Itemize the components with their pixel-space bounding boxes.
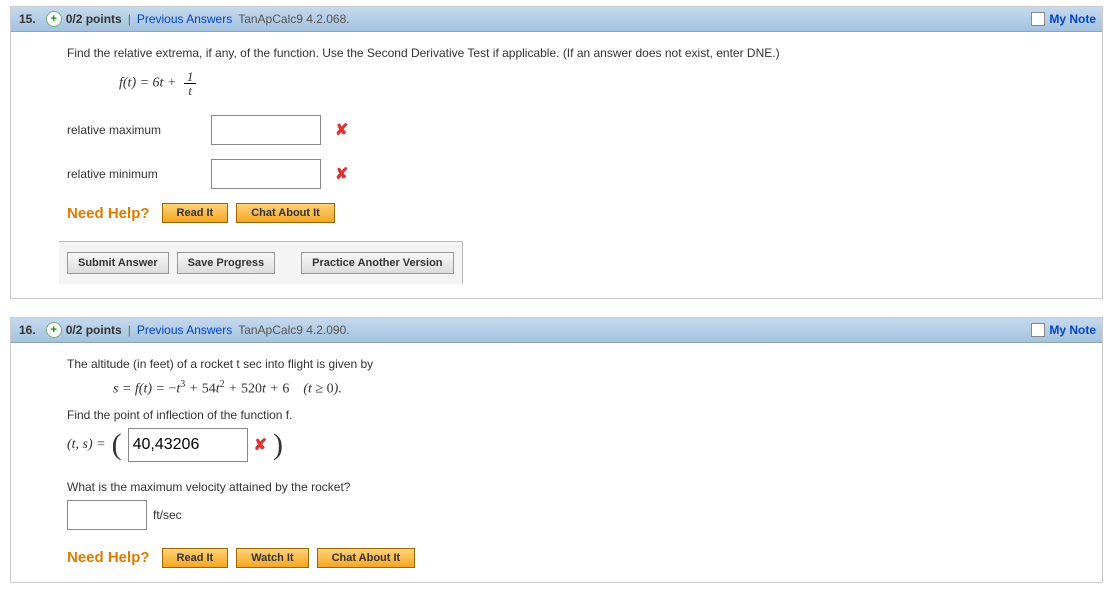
previous-answers-link[interactable]: Previous Answers: [137, 12, 232, 26]
question-number: 16.: [19, 323, 36, 337]
question-header: 15. + 0/2 points | Previous Answers TanA…: [11, 7, 1102, 32]
chat-about-it-button[interactable]: Chat About It: [317, 548, 416, 568]
need-help-label: Need Help?: [67, 549, 150, 566]
right-paren-icon: ): [273, 430, 283, 460]
question-number: 15.: [19, 12, 36, 26]
question-body: The altitude (in feet) of a rocket t sec…: [11, 343, 1102, 582]
fraction: 1 t: [184, 70, 197, 97]
inflection-input[interactable]: [128, 428, 248, 462]
plus-icon[interactable]: +: [46, 322, 62, 338]
formula-lhs: f(t) = 6t +: [119, 76, 180, 91]
fraction-numerator: 1: [184, 70, 197, 84]
watch-it-button[interactable]: Watch It: [236, 548, 308, 568]
wrong-icon: ✘: [335, 120, 348, 140]
source-label: TanApCalc9 4.2.068.: [238, 12, 349, 26]
inflection-answer-row: (t, s) = ( ✘ ): [67, 428, 1066, 462]
question-15: 15. + 0/2 points | Previous Answers TanA…: [10, 6, 1103, 299]
question-16: 16. + 0/2 points | Previous Answers TanA…: [10, 317, 1103, 583]
unit-label: ft/sec: [153, 508, 182, 522]
notes-icon: [1031, 12, 1045, 26]
source-label: TanApCalc9 4.2.090.: [238, 323, 349, 337]
need-help-label: Need Help?: [67, 205, 150, 222]
ts-label: (t, s) =: [67, 437, 106, 453]
read-it-button[interactable]: Read It: [162, 203, 229, 223]
need-help-row: Need Help? Read It Chat About It: [67, 203, 1066, 223]
my-notes-link[interactable]: My Note: [1031, 12, 1096, 26]
practice-another-button[interactable]: Practice Another Version: [301, 252, 453, 274]
question-prompt: Find the relative extrema, if any, of th…: [67, 46, 1066, 60]
divider: |: [128, 323, 131, 337]
question-body: Find the relative extrema, if any, of th…: [11, 32, 1102, 298]
formula: s = f(t) = −t3 + 54t2 + 520t + 6 (t ≥ 0)…: [113, 379, 1066, 398]
question-prompt: The altitude (in feet) of a rocket t sec…: [67, 357, 1066, 371]
my-notes-text: My Note: [1049, 323, 1096, 337]
relative-max-label: relative maximum: [67, 123, 197, 137]
save-progress-button[interactable]: Save Progress: [177, 252, 275, 274]
left-paren-icon: (: [112, 430, 122, 460]
fraction-denominator: t: [184, 84, 197, 97]
divider: |: [128, 12, 131, 26]
chat-about-it-button[interactable]: Chat About It: [236, 203, 335, 223]
sub-prompt-2: What is the maximum velocity attained by…: [67, 480, 1066, 494]
need-help-row: Need Help? Read It Watch It Chat About I…: [67, 548, 1066, 568]
plus-icon[interactable]: +: [46, 11, 62, 27]
wrong-icon: ✘: [254, 435, 267, 455]
submit-answer-button[interactable]: Submit Answer: [67, 252, 169, 274]
question-header: 16. + 0/2 points | Previous Answers TanA…: [11, 318, 1102, 343]
relative-max-input[interactable]: [211, 115, 321, 145]
my-notes-text: My Note: [1049, 12, 1096, 26]
wrong-icon: ✘: [335, 164, 348, 184]
relative-min-input[interactable]: [211, 159, 321, 189]
points-label: 0/2 points: [66, 323, 122, 337]
sub-prompt-1: Find the point of inflection of the func…: [67, 408, 1066, 422]
relative-max-row: relative maximum ✘: [67, 115, 1066, 145]
points-label: 0/2 points: [66, 12, 122, 26]
relative-min-label: relative minimum: [67, 167, 197, 181]
formula: f(t) = 6t + 1 t: [119, 70, 1066, 97]
velocity-answer-row: ft/sec: [67, 500, 1066, 530]
my-notes-link[interactable]: My Note: [1031, 323, 1096, 337]
notes-icon: [1031, 323, 1045, 337]
read-it-button[interactable]: Read It: [162, 548, 229, 568]
action-bar: Submit Answer Save Progress Practice Ano…: [59, 241, 463, 284]
previous-answers-link[interactable]: Previous Answers: [137, 323, 232, 337]
relative-min-row: relative minimum ✘: [67, 159, 1066, 189]
velocity-input[interactable]: [67, 500, 147, 530]
